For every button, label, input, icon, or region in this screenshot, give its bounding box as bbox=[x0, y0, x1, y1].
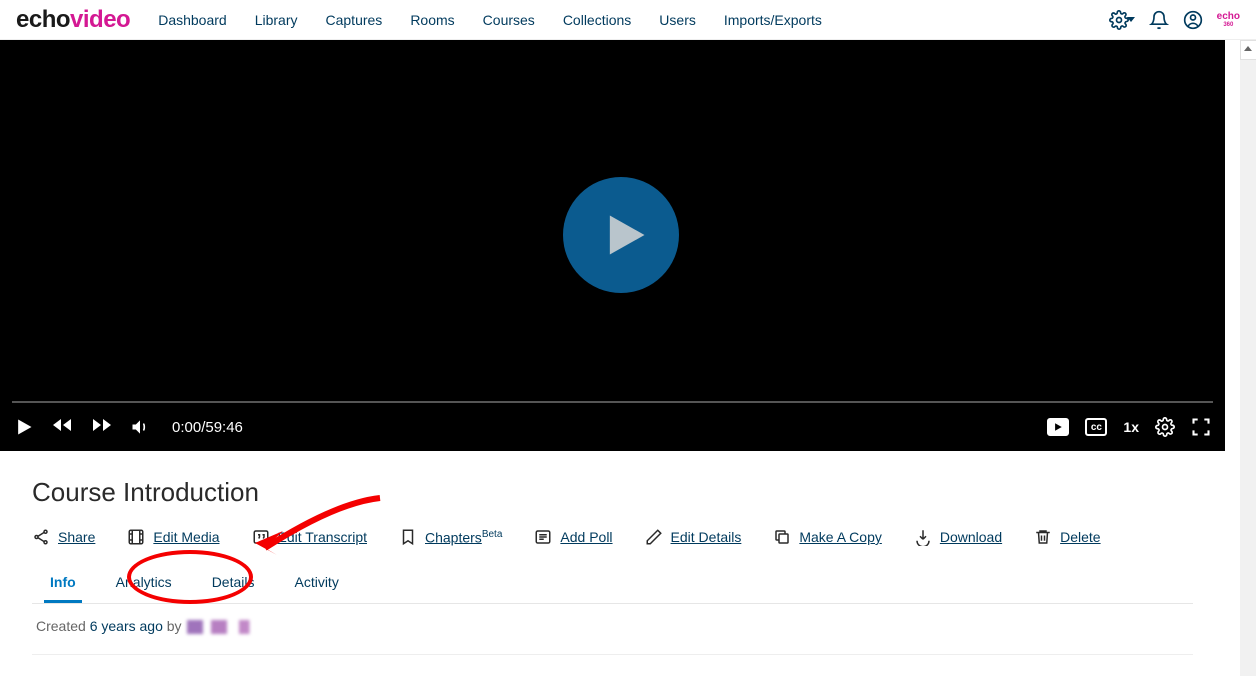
skip-forward-icon[interactable] bbox=[90, 413, 114, 437]
nav-users[interactable]: Users bbox=[655, 10, 700, 30]
nav-courses[interactable]: Courses bbox=[479, 10, 539, 30]
separator bbox=[32, 654, 1193, 655]
nav-library[interactable]: Library bbox=[251, 10, 302, 30]
tab-details[interactable]: Details bbox=[206, 568, 261, 603]
created-info: Created 6 years ago by bbox=[32, 604, 1193, 648]
media-title: Course Introduction bbox=[32, 477, 1193, 508]
nav-captures[interactable]: Captures bbox=[322, 10, 387, 30]
created-ago: 6 years ago bbox=[90, 618, 163, 634]
download-label: Download bbox=[940, 529, 1002, 545]
brand-mini[interactable]: echo 360 bbox=[1217, 12, 1240, 28]
picture-in-picture-icon[interactable] bbox=[1047, 418, 1069, 436]
nav-rooms[interactable]: Rooms bbox=[406, 10, 458, 30]
tab-activity[interactable]: Activity bbox=[288, 568, 344, 603]
gear-icon bbox=[1109, 10, 1129, 30]
bell-icon[interactable] bbox=[1149, 10, 1169, 30]
settings-dropdown[interactable] bbox=[1109, 10, 1135, 30]
volume-icon[interactable] bbox=[130, 417, 150, 437]
video-player: 0:00/59:46 cc 1x bbox=[0, 40, 1225, 451]
nav-imports-exports[interactable]: Imports/Exports bbox=[720, 10, 826, 30]
edit-transcript-label: Edit Transcript bbox=[278, 529, 367, 545]
logo-part2: video bbox=[70, 6, 130, 33]
author-redacted bbox=[187, 620, 267, 634]
add-poll-action[interactable]: Add Poll bbox=[534, 528, 612, 546]
tab-info[interactable]: Info bbox=[44, 568, 82, 603]
tab-analytics[interactable]: Analytics bbox=[110, 568, 178, 603]
top-header: echovideo Dashboard Library Captures Roo… bbox=[0, 0, 1256, 40]
fullscreen-icon[interactable] bbox=[1191, 417, 1211, 437]
chapters-label: ChaptersBeta bbox=[425, 529, 502, 546]
share-icon bbox=[32, 528, 50, 546]
time-display: 0:00/59:46 bbox=[172, 419, 243, 436]
brand-mini-main: echo bbox=[1217, 11, 1240, 22]
chapters-action[interactable]: ChaptersBeta bbox=[399, 528, 502, 546]
created-prefix: Created bbox=[36, 618, 90, 634]
edit-details-label: Edit Details bbox=[671, 529, 742, 545]
download-action[interactable]: Download bbox=[914, 528, 1002, 546]
captions-button[interactable]: cc bbox=[1085, 418, 1107, 436]
media-meta: Course Introduction Share Edit Media Edi… bbox=[0, 451, 1225, 655]
trash-icon bbox=[1034, 528, 1052, 546]
edit-details-action[interactable]: Edit Details bbox=[645, 528, 742, 546]
make-copy-label: Make A Copy bbox=[799, 529, 882, 545]
nav-collections[interactable]: Collections bbox=[559, 10, 635, 30]
delete-action[interactable]: Delete bbox=[1034, 528, 1100, 546]
share-label: Share bbox=[58, 529, 95, 545]
bookmark-icon bbox=[399, 528, 417, 546]
copy-icon bbox=[773, 528, 791, 546]
created-by: by bbox=[163, 618, 186, 634]
media-actions: Share Edit Media Edit Transcript Chapter… bbox=[32, 528, 1193, 546]
add-poll-label: Add Poll bbox=[560, 529, 612, 545]
skip-back-icon[interactable] bbox=[50, 413, 74, 437]
detail-tabs: Info Analytics Details Activity bbox=[32, 568, 1193, 604]
player-controls: 0:00/59:46 cc 1x bbox=[0, 403, 1225, 451]
big-play-button[interactable] bbox=[563, 177, 679, 293]
logo[interactable]: echovideo bbox=[16, 6, 130, 34]
main-nav: Dashboard Library Captures Rooms Courses… bbox=[154, 10, 1108, 30]
share-action[interactable]: Share bbox=[32, 528, 95, 546]
play-small-icon[interactable] bbox=[14, 417, 34, 437]
play-icon bbox=[599, 209, 651, 261]
edit-media-label: Edit Media bbox=[153, 529, 219, 545]
delete-label: Delete bbox=[1060, 529, 1100, 545]
content-area: 0:00/59:46 cc 1x Course Introduction Sha… bbox=[0, 40, 1256, 676]
edit-media-action[interactable]: Edit Media bbox=[127, 528, 219, 546]
scroll-up-icon bbox=[1244, 46, 1252, 51]
make-copy-action[interactable]: Make A Copy bbox=[773, 528, 882, 546]
pencil-icon bbox=[645, 528, 663, 546]
download-icon bbox=[914, 528, 932, 546]
header-icons: echo 360 bbox=[1109, 10, 1240, 30]
scrollbar[interactable] bbox=[1240, 40, 1256, 676]
player-gear-icon[interactable] bbox=[1155, 417, 1175, 437]
quote-icon bbox=[252, 528, 270, 546]
chevron-down-icon bbox=[1127, 17, 1135, 22]
playback-speed[interactable]: 1x bbox=[1123, 419, 1139, 435]
film-icon bbox=[127, 528, 145, 546]
edit-transcript-action[interactable]: Edit Transcript bbox=[252, 528, 367, 546]
list-icon bbox=[534, 528, 552, 546]
brand-mini-sub: 360 bbox=[1217, 22, 1240, 28]
user-circle-icon[interactable] bbox=[1183, 10, 1203, 30]
nav-dashboard[interactable]: Dashboard bbox=[154, 10, 231, 30]
logo-part1: echo bbox=[16, 6, 70, 33]
